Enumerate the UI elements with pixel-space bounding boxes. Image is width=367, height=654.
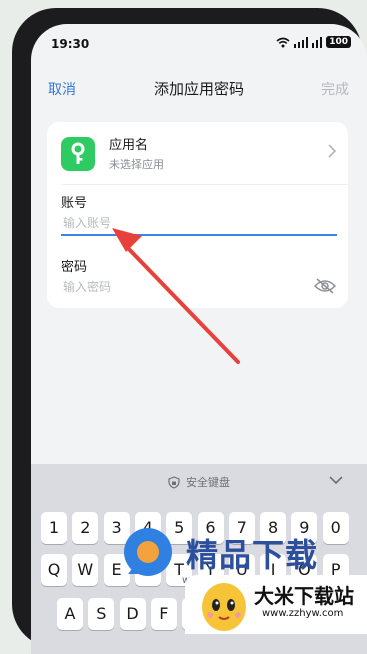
app-selector-subtitle: 未选择应用 xyxy=(109,158,164,171)
status-time: 19:30 xyxy=(51,37,90,51)
key-q[interactable]: Q xyxy=(41,554,67,586)
key-w[interactable]: W xyxy=(72,554,99,586)
key-s[interactable]: S xyxy=(88,598,115,630)
battery-icon: 100 xyxy=(326,36,351,48)
app-selector-title: 应用名 xyxy=(109,138,149,153)
key-2[interactable]: 2 xyxy=(72,512,99,544)
mascot-icon xyxy=(202,583,246,631)
shield-lock-icon xyxy=(168,475,180,489)
chevron-down-icon[interactable] xyxy=(329,476,343,484)
page-title: 添加应用密码 xyxy=(153,80,244,98)
signal-icon-2 xyxy=(312,36,323,48)
account-label: 账号 xyxy=(61,196,88,211)
key-f[interactable]: F xyxy=(150,598,177,630)
watermark-site-name: 大米下载站 xyxy=(254,584,354,608)
key-a[interactable]: A xyxy=(57,598,83,630)
password-label: 密码 xyxy=(61,260,88,275)
status-icons: 100 xyxy=(276,36,351,48)
key-1[interactable]: 1 xyxy=(41,512,67,544)
done-button[interactable]: 完成 xyxy=(321,79,349,99)
watermark-site-url: www.zzhyw.com xyxy=(262,608,344,619)
signal-icon xyxy=(294,36,309,48)
status-bar: 19:30 100 xyxy=(31,24,367,62)
form-card: 应用名 未选择应用 账号 密码 xyxy=(47,122,348,308)
nav-bar: 取消 添加应用密码 完成 xyxy=(31,74,367,104)
key-d[interactable]: D xyxy=(119,598,146,630)
secure-keyboard-label: 安全键盘 xyxy=(186,476,230,489)
account-input[interactable] xyxy=(61,212,337,236)
divider xyxy=(61,184,348,185)
chevron-right-icon xyxy=(328,144,336,158)
wifi-icon xyxy=(276,37,290,47)
watermark-logo-text: 精品下载 xyxy=(186,536,319,574)
password-input[interactable] xyxy=(61,276,295,298)
keyboard-toolbar: 安全键盘 xyxy=(31,464,367,500)
key-icon xyxy=(61,137,95,171)
eye-off-icon[interactable] xyxy=(314,278,336,294)
